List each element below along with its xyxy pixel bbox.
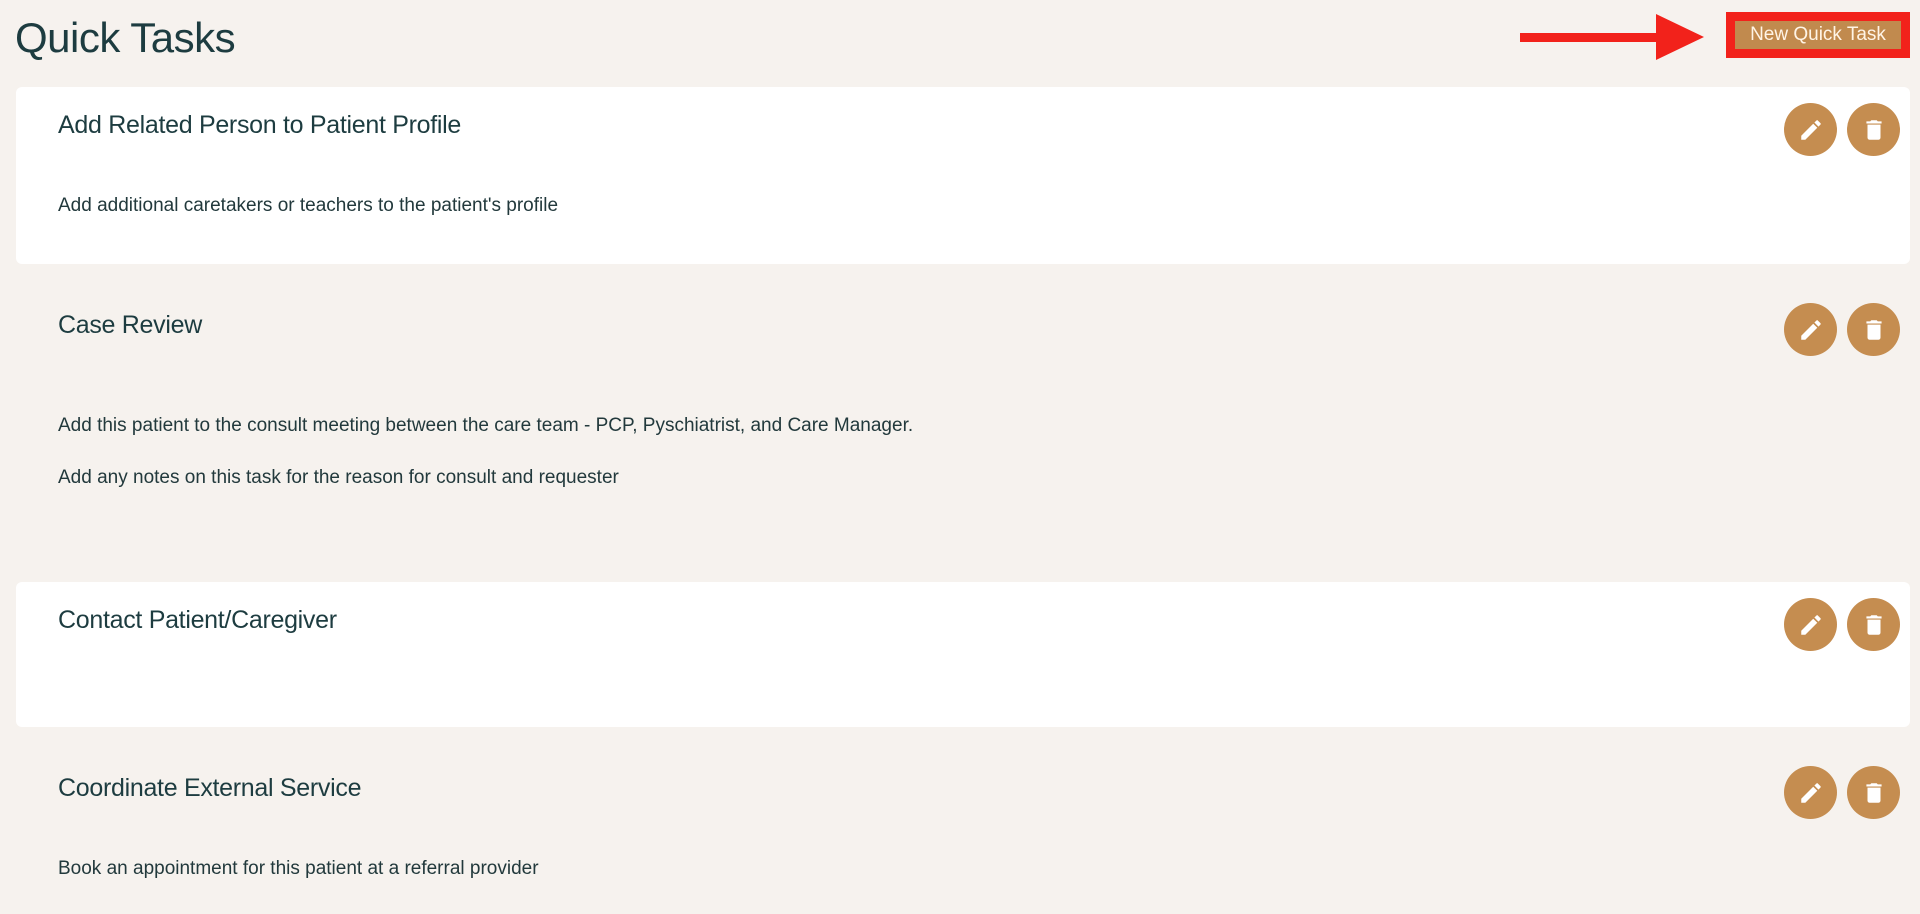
task-title: Case Review — [58, 311, 202, 339]
edit-button[interactable] — [1784, 103, 1837, 156]
trash-icon — [1865, 319, 1882, 340]
task-card: Coordinate External Service Book an appo… — [16, 750, 1910, 914]
trash-icon — [1865, 782, 1882, 803]
task-description: Add this patient to the consult meeting … — [58, 415, 914, 436]
delete-button[interactable] — [1847, 766, 1900, 819]
annotation-arrow-icon — [1520, 14, 1704, 60]
edit-button[interactable] — [1784, 598, 1837, 651]
task-description: Add additional caretakers or teachers to… — [58, 195, 559, 216]
page-title: Quick Tasks — [15, 14, 236, 61]
pencil-icon — [1800, 319, 1821, 340]
task-actions — [1784, 103, 1900, 156]
delete-button[interactable] — [1847, 103, 1900, 156]
trash-icon — [1865, 614, 1882, 635]
task-card: Add Related Person to Patient Profile Ad… — [16, 87, 1910, 264]
edit-button[interactable] — [1784, 303, 1837, 356]
task-description: Add any notes on this task for the reaso… — [58, 467, 619, 488]
task-actions — [1784, 598, 1900, 651]
pencil-icon — [1800, 614, 1821, 635]
task-title: Contact Patient/Caregiver — [58, 606, 337, 634]
task-card: Contact Patient/Caregiver — [16, 582, 1910, 727]
new-quick-task-button[interactable]: New Quick Task — [1735, 21, 1901, 49]
pencil-icon — [1800, 782, 1821, 803]
delete-button[interactable] — [1847, 303, 1900, 356]
task-card: Case Review Add this patient to the cons… — [16, 287, 1910, 563]
task-actions — [1784, 303, 1900, 356]
pencil-icon — [1800, 119, 1821, 140]
task-description: Book an appointment for this patient at … — [58, 858, 539, 879]
highlight-box: New Quick Task — [1726, 12, 1910, 58]
task-title: Coordinate External Service — [58, 774, 362, 802]
trash-icon — [1865, 119, 1882, 140]
task-actions — [1784, 766, 1900, 819]
task-title: Add Related Person to Patient Profile — [58, 111, 462, 139]
edit-button[interactable] — [1784, 766, 1837, 819]
delete-button[interactable] — [1847, 598, 1900, 651]
